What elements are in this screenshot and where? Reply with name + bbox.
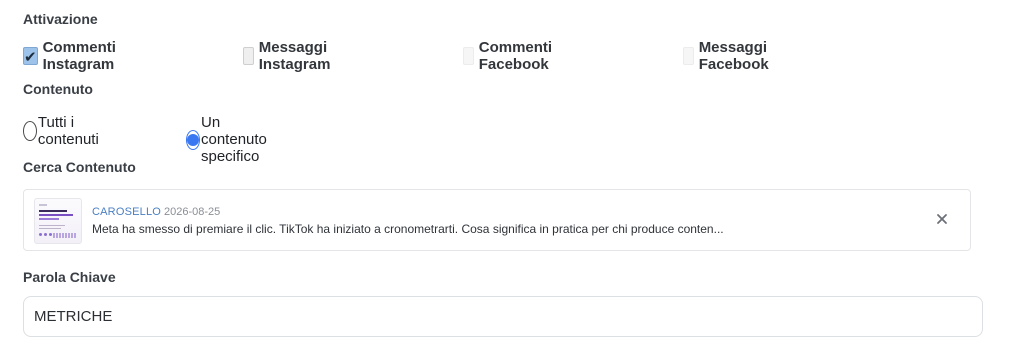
- content-type-badge: CAROSELLO: [92, 206, 162, 218]
- selected-content-card[interactable]: CAROSELLO 2026-08-25 Meta ha smesso di p…: [23, 189, 971, 251]
- radio-tutti-i-contenuti[interactable]: Tutti i contenuti: [23, 114, 105, 148]
- checkbox-label: Commenti Facebook: [478, 39, 553, 73]
- search-content-title: Cerca Contenuto: [23, 159, 136, 175]
- close-icon[interactable]: [935, 212, 949, 226]
- checkbox-unchecked-icon[interactable]: [243, 47, 254, 65]
- checkbox-commenti-instagram[interactable]: ✔ Commenti Instagram: [23, 39, 119, 73]
- keyword-input[interactable]: [23, 296, 983, 337]
- radio-un-contenuto-specifico[interactable]: Un contenuto specifico: [186, 114, 273, 165]
- radio-label: Tutti i contenuti: [37, 114, 99, 148]
- activation-title: Attivazione: [23, 11, 98, 27]
- radio-label: Un contenuto specifico: [201, 114, 267, 165]
- radio-selected-icon[interactable]: [186, 129, 200, 150]
- checkbox-label: Messaggi Facebook: [698, 39, 769, 73]
- keyword-title: Parola Chiave: [23, 269, 116, 285]
- checkbox-checked-icon[interactable]: ✔: [23, 47, 38, 65]
- content-date: 2026-08-25: [164, 206, 221, 218]
- checkbox-label: Messaggi Instagram: [258, 39, 331, 73]
- radio-unselected-icon[interactable]: [23, 121, 37, 141]
- checkbox-messaggi-facebook[interactable]: Messaggi Facebook: [683, 39, 776, 73]
- content-title: Contenuto: [23, 81, 93, 97]
- checkbox-unchecked-icon[interactable]: [683, 47, 694, 65]
- checkbox-label: Commenti Instagram: [42, 39, 116, 73]
- checkbox-commenti-facebook[interactable]: Commenti Facebook: [463, 39, 559, 73]
- content-description: Meta ha smesso di premiare il clic. TikT…: [92, 222, 724, 236]
- checkbox-messaggi-instagram[interactable]: Messaggi Instagram: [243, 39, 338, 73]
- content-thumbnail: [34, 198, 82, 244]
- checkbox-unchecked-icon[interactable]: [463, 47, 474, 65]
